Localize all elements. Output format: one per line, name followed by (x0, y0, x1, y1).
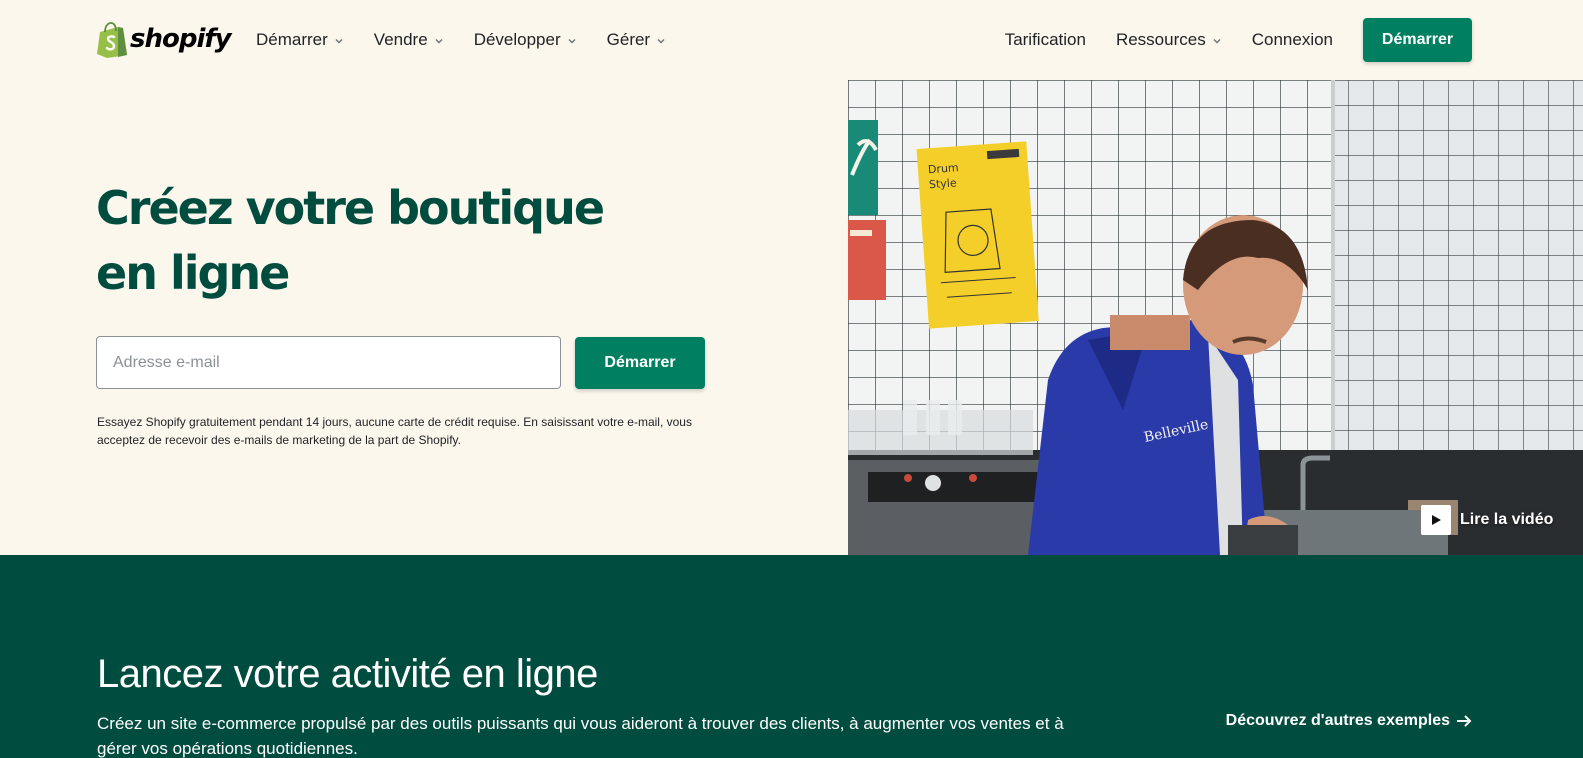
chevron-down-icon (568, 38, 576, 43)
arrow-right-icon (1457, 715, 1472, 727)
hero-photo: Drum Style Belleville (848, 80, 1583, 555)
nav-item-label: Ressources (1115, 30, 1206, 49)
nav-item-developper[interactable]: Développer (474, 28, 577, 52)
main-menu: Démarrer Vendre Développer Gérer (256, 28, 696, 52)
discover-examples-label: Découvrez d'autres exemples (1225, 712, 1450, 729)
logo-wordmark: shopify (130, 24, 232, 54)
nav-item-label: Tarification (1004, 30, 1086, 49)
nav-item-label: Gérer (606, 30, 651, 49)
chevron-down-icon (657, 38, 665, 43)
top-navigation: shopify Démarrer Vendre Développer Gérer… (0, 0, 1583, 80)
nav-item-ressources[interactable]: Ressources (1116, 28, 1222, 52)
play-video-button[interactable]: Lire la vidéo (1421, 505, 1553, 535)
discover-examples-link[interactable]: Découvrez d'autres exemples (1226, 712, 1472, 730)
launch-section: Lancez votre activité en ligne Créez un … (0, 555, 1583, 758)
nav-item-tarification[interactable]: Tarification (1005, 28, 1086, 52)
section-title: Lancez votre activité en ligne (97, 652, 598, 696)
nav-item-label: Démarrer (256, 30, 328, 49)
svg-text:Style: Style (929, 176, 958, 191)
barista-photo-illustration: Drum Style Belleville (848, 80, 1583, 555)
email-input[interactable] (96, 336, 561, 389)
nav-item-vendre[interactable]: Vendre (374, 28, 444, 52)
nav-item-connexion[interactable]: Connexion (1252, 28, 1333, 52)
nav-item-label: Connexion (1251, 30, 1333, 49)
play-icon-box (1421, 505, 1451, 535)
play-video-label: Lire la vidéo (1460, 511, 1554, 528)
chevron-down-icon (335, 38, 343, 43)
nav-start-button[interactable]: Démarrer (1363, 18, 1472, 62)
section-description: Créez un site e-commerce propulsé par de… (97, 714, 1064, 758)
play-icon (1432, 515, 1441, 525)
secondary-menu: Tarification Ressources Connexion Démarr… (1005, 18, 1472, 62)
shopify-logo[interactable]: shopify (96, 20, 232, 60)
nav-item-gerer[interactable]: Gérer (607, 28, 666, 52)
hero-disclaimer: Essayez Shopify gratuitement pendant 14 … (97, 415, 692, 447)
hero-title: Créez votre boutique en ligne (96, 181, 605, 300)
nav-item-demarrer[interactable]: Démarrer (256, 28, 344, 52)
nav-item-label: Vendre (373, 30, 428, 49)
shopify-bag-icon (97, 22, 127, 58)
chevron-down-icon (1213, 38, 1221, 43)
svg-text:Drum: Drum (928, 161, 960, 176)
hero-start-button[interactable]: Démarrer (575, 337, 705, 389)
nav-item-label: Développer (473, 30, 561, 49)
chevron-down-icon (435, 38, 443, 43)
